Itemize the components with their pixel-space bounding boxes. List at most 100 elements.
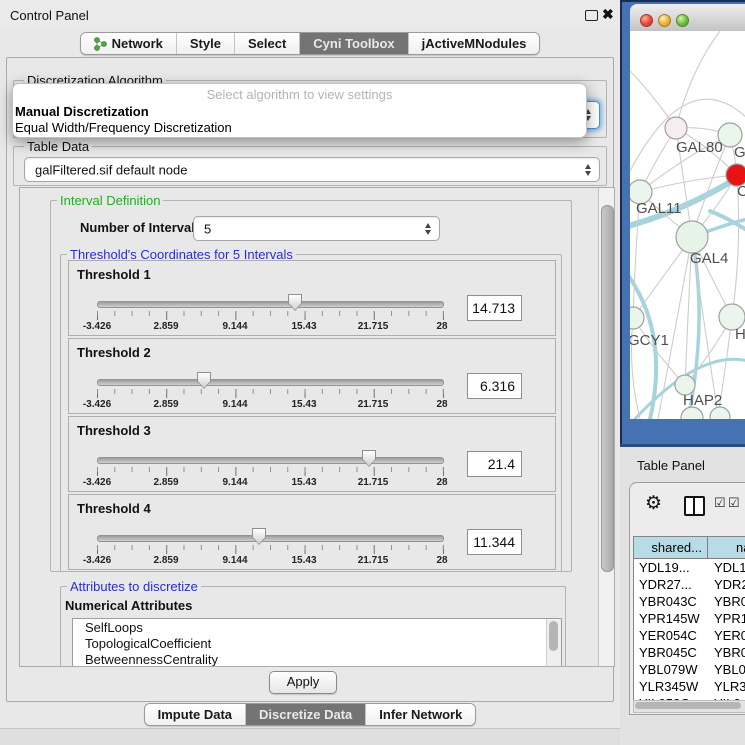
float-window-icon[interactable]	[585, 10, 598, 21]
tick-marks	[97, 545, 444, 550]
close-traffic-light[interactable]	[640, 14, 653, 27]
table-row[interactable]: YPR145WYPR1	[634, 610, 745, 627]
tab-impute-data[interactable]: Impute Data	[145, 704, 245, 725]
scrollbar-thumb[interactable]	[601, 205, 614, 572]
table-data-combobox[interactable]: galFiltered.sif default node	[24, 157, 600, 182]
scale-label: 9.144	[222, 399, 247, 410]
node-label: G	[734, 144, 745, 161]
algorithm-placeholder-option[interactable]: Select algorithm to view settings	[13, 84, 586, 103]
node-gal4[interactable]	[676, 221, 708, 253]
threshold-4-label: Threshold 4	[77, 501, 151, 516]
threshold-4-slider-thumb[interactable]	[252, 528, 266, 545]
settings-vertical-scrollbar[interactable]	[598, 188, 615, 666]
tab-network-label: Network	[112, 36, 163, 51]
close-icon[interactable]: ✖	[602, 6, 614, 23]
threshold-3-slider-thumb[interactable]	[362, 450, 376, 467]
list-item[interactable]: SelfLoops	[73, 619, 561, 635]
table-row[interactable]: YDR27...YDR2	[634, 576, 745, 593]
scale-label: 9.144	[222, 477, 247, 488]
node-gcy1[interactable]	[630, 307, 644, 329]
checkbox-icon[interactable]: ☑	[728, 496, 740, 509]
frame-edge	[620, 0, 745, 2]
algorithm-option-manual[interactable]: Manual Discretization	[13, 103, 586, 119]
edge[interactable]	[676, 31, 720, 128]
frame-edge	[620, 0, 622, 447]
tick-marks	[97, 311, 444, 316]
scale-label: 15.43	[291, 477, 316, 488]
scale-label: 21.715	[358, 321, 389, 332]
table-row[interactable]: YBL079WYBL0	[634, 661, 745, 678]
tab-infer-network[interactable]: Infer Network	[365, 704, 475, 725]
gear-icon[interactable]: ⚙	[645, 494, 662, 513]
table-horizontal-scrollbar[interactable]	[633, 700, 745, 713]
list-item[interactable]: BetweennessCentrality	[73, 651, 561, 667]
number-of-intervals-combobox[interactable]: 5	[193, 216, 440, 241]
node-gal80[interactable]	[665, 117, 687, 139]
table-header-row: shared... na	[634, 537, 745, 559]
table-row[interactable]: YBR043CYBR0	[634, 593, 745, 610]
bottom-tab-bar: Impute Data Discretize Data Infer Networ…	[0, 703, 620, 726]
scale-label: 2.859	[153, 477, 178, 488]
column-header-shared-name[interactable]: shared...	[634, 537, 708, 559]
screen: Control Panel ✖	[0, 0, 745, 745]
threshold-1-slider-thumb[interactable]	[288, 294, 302, 311]
table-data-group-title: Table Data	[24, 139, 92, 154]
threshold-1-slider-track[interactable]	[97, 301, 444, 308]
scale-label: 9.144	[222, 555, 247, 566]
scale-label: 21.715	[358, 477, 389, 488]
table-row[interactable]: YLR345WYLR3	[634, 678, 745, 695]
algorithm-dropdown-popup: Select algorithm to view settings Manual…	[12, 83, 587, 138]
scrollbar-thumb[interactable]	[635, 702, 741, 709]
tab-cyni-toolbox[interactable]: Cyni Toolbox	[299, 33, 407, 54]
numerical-attributes-heading: Numerical Attributes	[65, 598, 192, 613]
scale-label: 21.715	[358, 555, 389, 566]
network-icon	[94, 37, 107, 51]
table-panel: ⚙ ☑ ☑ shared... na YDL19...YDL1 YDR27...…	[629, 482, 745, 715]
cyni-toolbox-panel: Discretization Algorithm Table Data galF…	[6, 57, 614, 702]
threshold-3-slider-track[interactable]	[97, 457, 444, 464]
list-item[interactable]: TopologicalCoefficient	[73, 635, 561, 651]
scale-label: 2.859	[153, 321, 178, 332]
tab-jactivemnodules[interactable]: jActiveMNodules	[408, 33, 540, 54]
zoom-traffic-light[interactable]	[676, 14, 689, 27]
tab-discretize-data[interactable]: Discretize Data	[245, 704, 365, 725]
scrollbar-thumb[interactable]	[549, 621, 558, 651]
table-row[interactable]: YDL19...YDL1	[634, 559, 745, 576]
columns-icon[interactable]	[684, 496, 705, 516]
attributes-list-scrollbar[interactable]	[546, 619, 561, 666]
table-data-group: Table Data galFiltered.sif default node	[13, 146, 607, 186]
scale-label: 28	[436, 477, 447, 488]
node-label: GAL11	[636, 200, 682, 217]
edge[interactable]	[633, 318, 685, 385]
column-header-name[interactable]: na	[708, 537, 745, 559]
threshold-1-panel: Threshold 1 -3.426 2.859 9.144 15.43 21.…	[68, 260, 556, 336]
threshold-1-value-field[interactable]	[467, 295, 522, 321]
network-window-titlebar[interactable]	[630, 4, 745, 32]
scale-label: 2.859	[153, 399, 178, 410]
threshold-2-slider-track[interactable]	[97, 379, 444, 386]
tab-network[interactable]: Network	[81, 33, 176, 54]
threshold-2-slider-thumb[interactable]	[197, 372, 211, 389]
minimize-traffic-light[interactable]	[658, 14, 671, 27]
tab-select[interactable]: Select	[234, 33, 299, 54]
apply-button[interactable]: Apply	[269, 671, 337, 694]
threshold-4-value-field[interactable]	[467, 529, 522, 555]
node-label: C	[737, 183, 745, 200]
threshold-2-panel: Threshold 2 -3.426 2.859 9.144 15.43 21.…	[68, 338, 556, 414]
top-tab-group: Network Style Select Cyni Toolbox jActiv…	[80, 32, 541, 55]
tab-style[interactable]: Style	[176, 33, 234, 54]
checkbox-icon[interactable]: ☑	[714, 496, 726, 509]
network-graph: GAL80 GAL11 GAL4 GCY1 HAP2 G C H	[630, 31, 745, 419]
network-view-canvas[interactable]: GAL80 GAL11 GAL4 GCY1 HAP2 G C H	[630, 31, 745, 419]
network-window-frame: GAL80 GAL11 GAL4 GCY1 HAP2 G C H	[620, 0, 745, 447]
settings-scroll-area: Interval Definition Number of Intervals …	[19, 187, 615, 667]
scale-label: 28	[436, 399, 447, 410]
bottom-tab-group: Impute Data Discretize Data Infer Networ…	[144, 703, 477, 726]
threshold-3-value-field[interactable]	[467, 451, 522, 477]
threshold-2-value-field[interactable]	[467, 373, 522, 399]
algorithm-option-equal-width[interactable]: Equal Width/Frequency Discretization	[13, 119, 586, 135]
scale-label: 28	[436, 321, 447, 332]
table-row[interactable]: YBR045CYBR0	[634, 644, 745, 661]
table-row[interactable]: YER054CYER0	[634, 627, 745, 644]
threshold-4-slider-track[interactable]	[97, 535, 444, 542]
